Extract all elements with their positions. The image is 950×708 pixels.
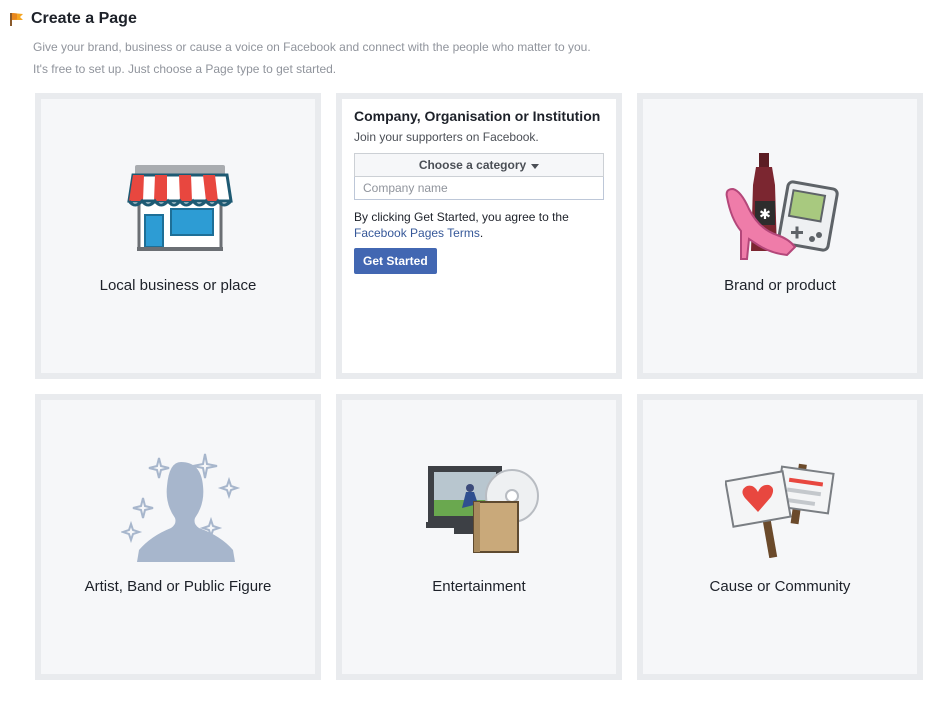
storefront-icon (127, 165, 233, 251)
shoe-bottle-gameboy-icon: ✱ (725, 153, 839, 260)
intro-text-2: It's free to set up. Just choose a Page … (33, 62, 337, 76)
card-local-business[interactable]: Local business or place (35, 93, 321, 379)
company-card-title: Company, Organisation or Institution (354, 108, 601, 124)
card-cause-community[interactable]: Cause or Community (637, 394, 923, 680)
terms-text: By clicking Get Started, you agree to th… (354, 209, 604, 241)
category-dropdown[interactable]: Choose a category (354, 153, 604, 177)
card-label: Entertainment (432, 578, 526, 595)
page-header: Create a Page (9, 9, 137, 29)
terms-prefix: By clicking Get Started, you agree to th… (354, 210, 569, 224)
flag-icon (10, 13, 23, 26)
category-dropdown-label: Choose a category (418, 158, 527, 172)
card-entertainment[interactable]: Entertainment (336, 394, 622, 680)
silhouette-sparkles-icon (121, 453, 241, 562)
card-company: Company, Organisation or Institution Joi… (336, 93, 622, 379)
company-card-subtitle: Join your supporters on Facebook. (354, 130, 539, 144)
card-label: Brand or product (724, 277, 836, 294)
get-started-button[interactable]: Get Started (354, 248, 437, 274)
protest-signs-icon (725, 463, 835, 558)
page-title: Create a Page (31, 10, 137, 27)
card-label: Cause or Community (709, 578, 851, 595)
card-label: Artist, Band or Public Figure (84, 578, 272, 595)
card-artist-band[interactable]: Artist, Band or Public Figure (35, 394, 321, 680)
card-brand-product[interactable]: ✱ Brand or product (637, 93, 923, 379)
svg-text:✱: ✱ (759, 207, 771, 223)
card-label: Local business or place (99, 277, 257, 294)
terms-end: . (479, 226, 484, 240)
caret-down-icon (531, 163, 540, 169)
terms-link[interactable]: Facebook Pages Terms (354, 226, 480, 240)
company-form: Company, Organisation or Institution Joi… (354, 108, 604, 274)
company-name-input[interactable] (354, 177, 604, 200)
intro-text-1: Give your brand, business or cause a voi… (33, 40, 591, 54)
tv-book-disc-icon (426, 466, 539, 553)
